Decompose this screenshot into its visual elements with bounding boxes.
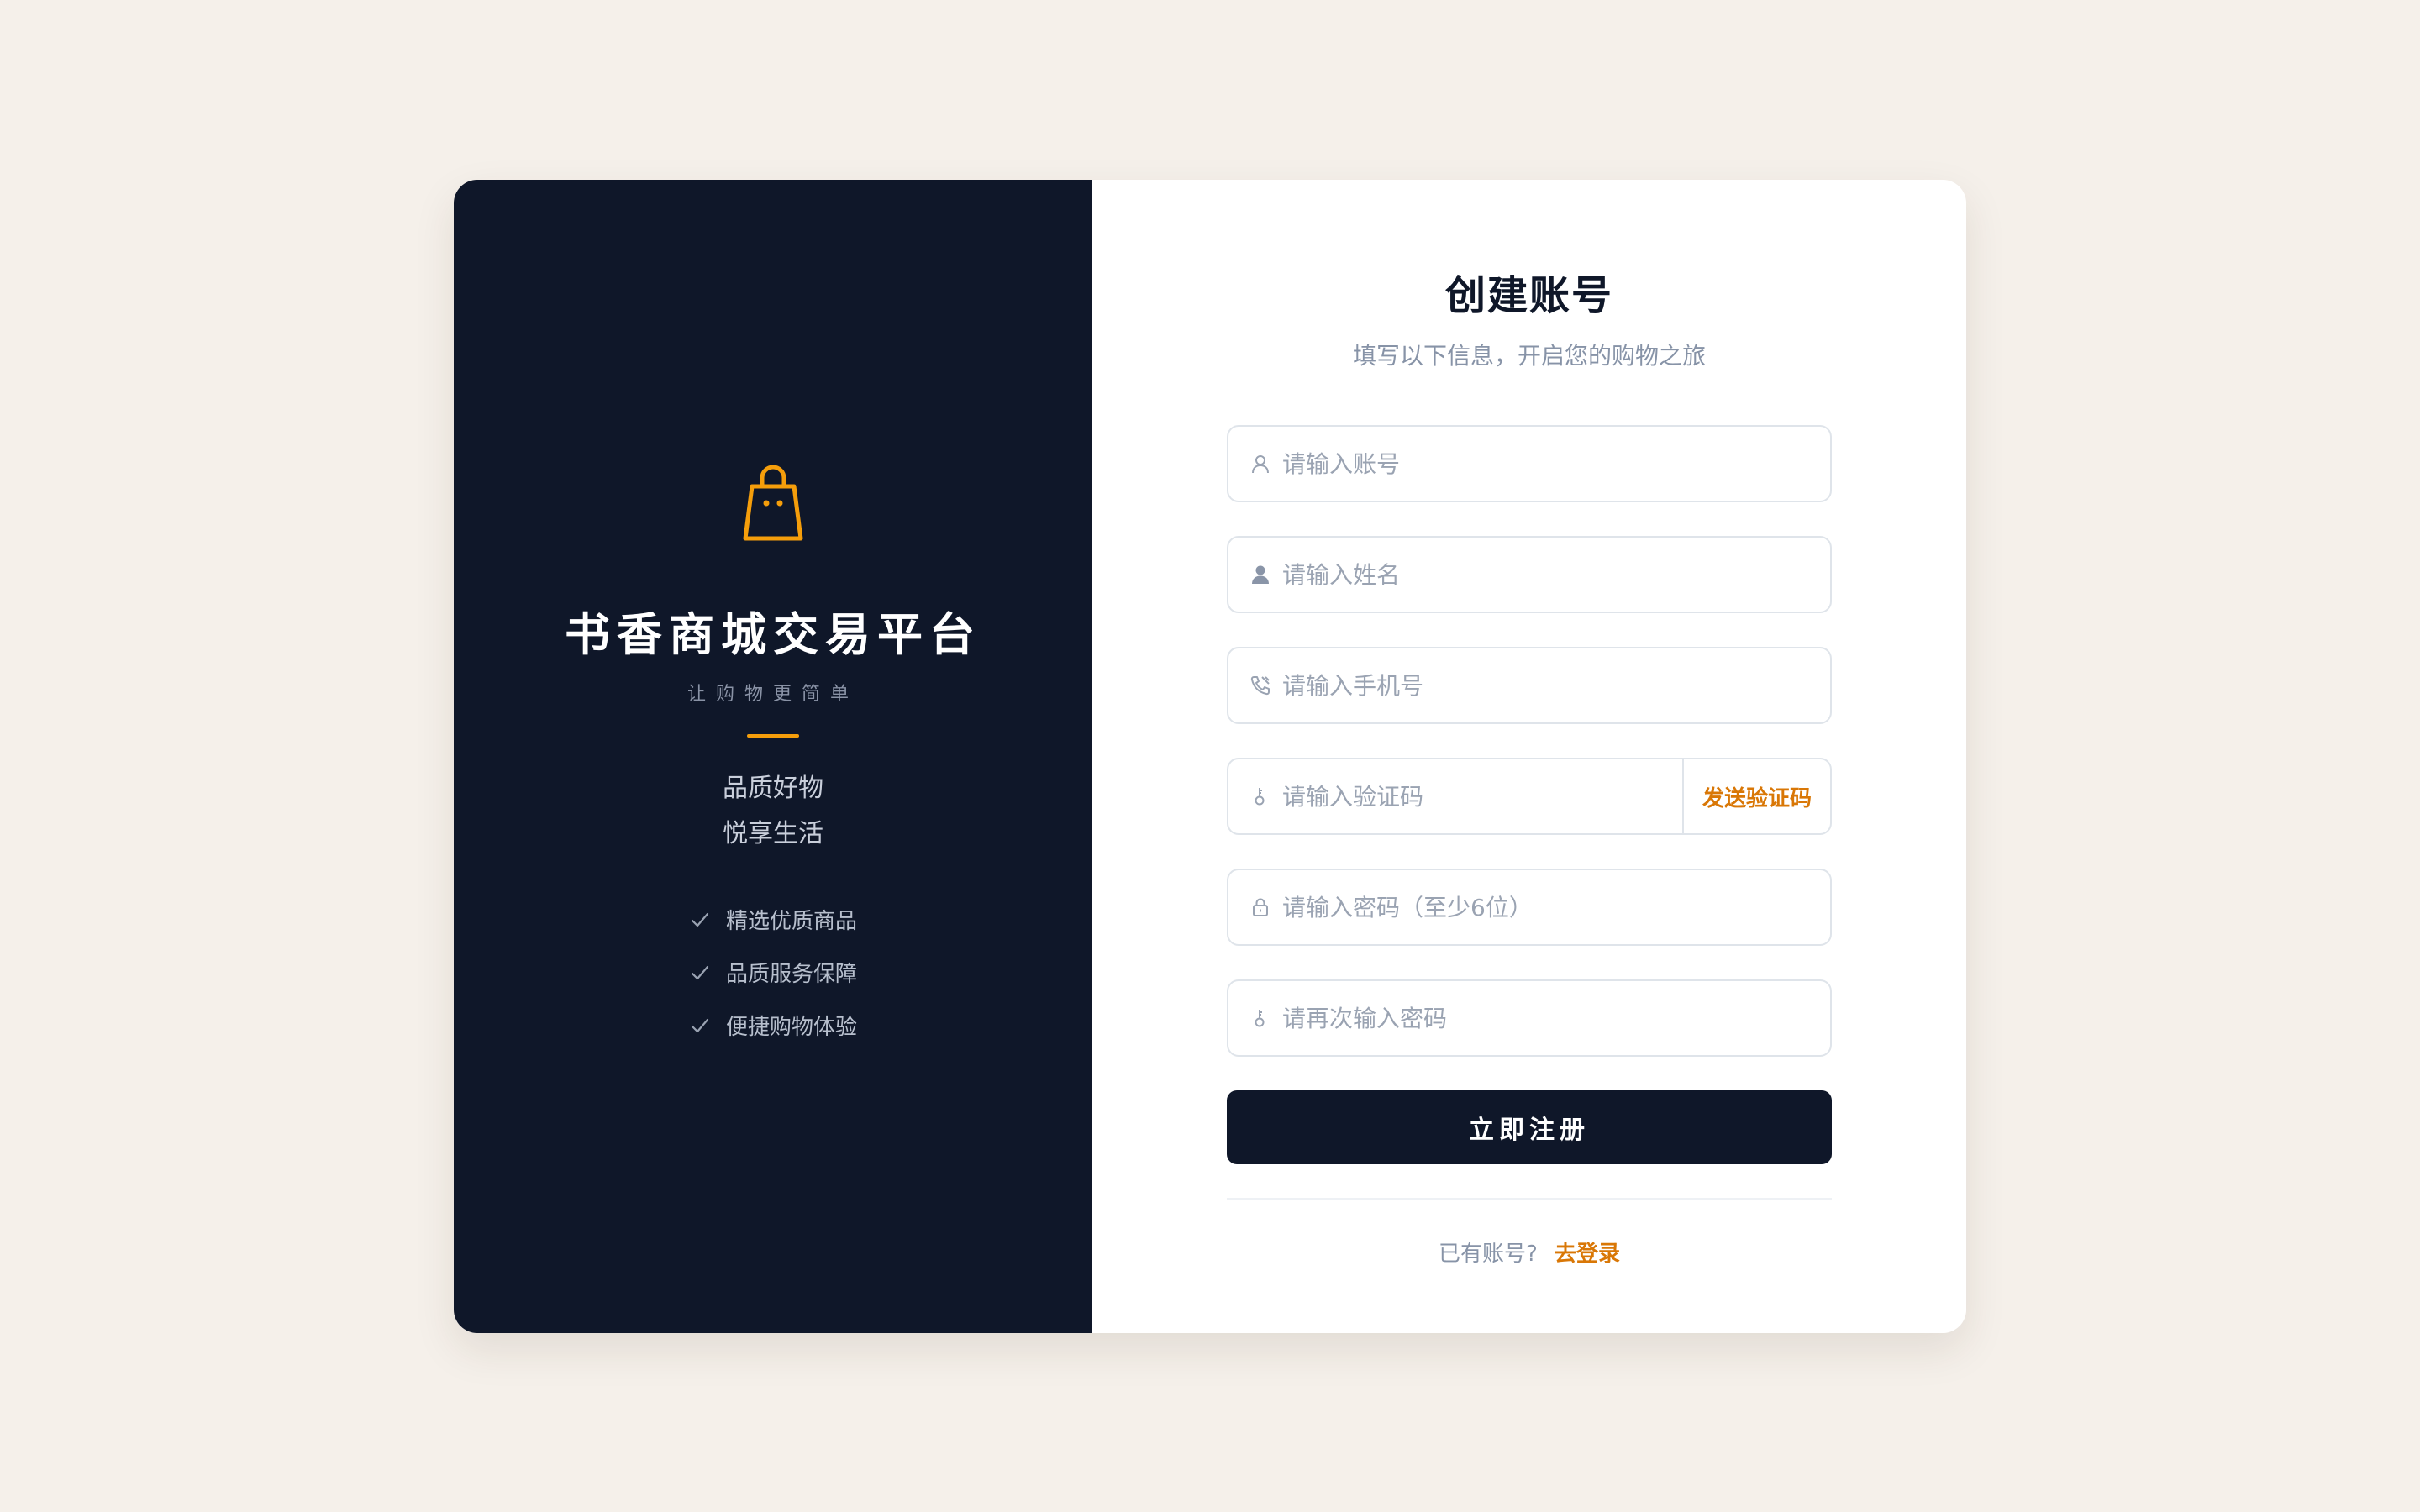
feature-label: 便捷购物体验	[725, 1015, 857, 1040]
login-link[interactable]: 去登录	[1555, 1242, 1620, 1267]
code-input[interactable]	[1282, 759, 1682, 833]
form-panel: 创建账号 填写以下信息，开启您的购物之旅 请输入账号 请输入姓名 请输入手机号 …	[1092, 180, 1966, 1333]
check-icon	[691, 912, 709, 927]
feature-label: 精选优质商品	[725, 909, 857, 934]
key-icon	[1255, 1010, 1265, 1027]
name-input[interactable]	[1282, 538, 1830, 612]
form-title: 创建账号	[1444, 272, 1613, 319]
brand-slogan: 品质好物 悦享生活	[723, 766, 823, 857]
user-outline-icon	[1252, 455, 1269, 474]
phone-icon	[1250, 676, 1270, 696]
password-field	[1227, 869, 1832, 946]
login-prompt-row: 已有账号? 去登录	[1439, 1236, 1620, 1268]
brand-panel: 书香商城交易平台 让购物更简单 品质好物 悦享生活 精选优质商品 品质服务保障 …	[454, 180, 1092, 1333]
feature-item: 便捷购物体验	[689, 1010, 857, 1041]
feature-item: 精选优质商品	[689, 904, 857, 935]
send-code-button[interactable]: 发送验证码	[1682, 759, 1830, 833]
login-prompt: 已有账号?	[1438, 1242, 1538, 1267]
register-card: 书香商城交易平台 让购物更简单 品质好物 悦享生活 精选优质商品 品质服务保障 …	[454, 180, 1966, 1333]
key-icon	[1255, 788, 1265, 806]
phone-input[interactable]	[1282, 648, 1830, 722]
register-button[interactable]: 立即注册	[1227, 1090, 1832, 1164]
phone-field	[1227, 647, 1832, 724]
feature-item: 品质服务保障	[689, 957, 857, 988]
code-field: 发送验证码	[1227, 758, 1832, 835]
divider	[1227, 1198, 1832, 1200]
confirm-password-field	[1227, 979, 1832, 1057]
feature-label: 品质服务保障	[725, 962, 857, 987]
account-field	[1227, 425, 1832, 502]
form-subtitle: 填写以下信息，开启您的购物之旅	[1352, 342, 1706, 370]
name-field	[1227, 536, 1832, 613]
feature-list: 精选优质商品 品质服务保障 便捷购物体验	[689, 904, 857, 1041]
slogan-line-1: 品质好物	[723, 774, 823, 803]
brand-title: 书香商城交易平台	[565, 608, 981, 661]
confirm-password-input[interactable]	[1282, 981, 1830, 1055]
check-icon	[691, 1018, 709, 1032]
lock-icon	[1253, 898, 1268, 916]
brand-subtitle: 让购物更简单	[687, 684, 859, 705]
user-filled-icon	[1252, 565, 1269, 584]
brand-divider	[747, 734, 799, 738]
shopping-bag-icon	[743, 465, 803, 541]
check-icon	[691, 965, 709, 979]
slogan-line-2: 悦享生活	[723, 819, 823, 848]
register-form: 发送验证码 立即注册	[1227, 425, 1832, 1164]
password-input[interactable]	[1282, 870, 1830, 944]
account-input[interactable]	[1282, 427, 1830, 501]
